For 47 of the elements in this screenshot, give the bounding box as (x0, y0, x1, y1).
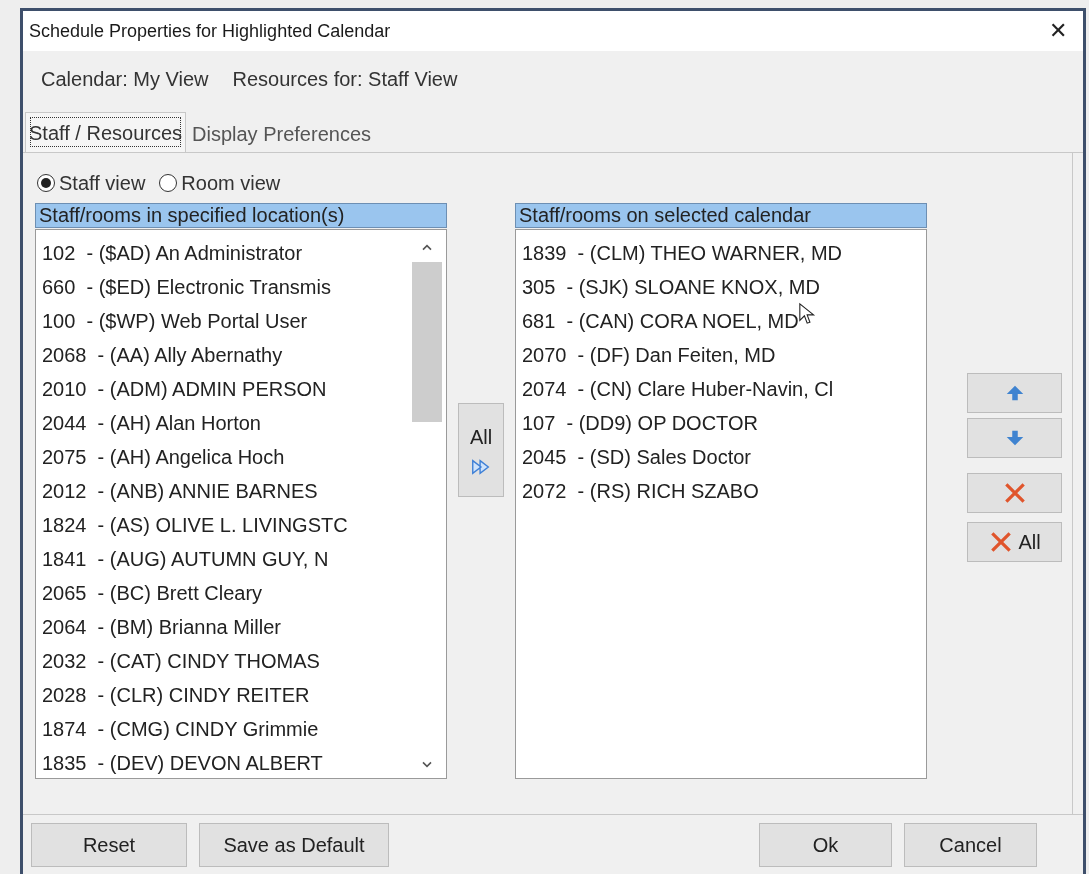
radio-option[interactable]: Room view (159, 168, 281, 198)
reset-button[interactable]: Reset (31, 822, 187, 867)
list-item[interactable]: 2065 - (BC) Brett Cleary (42, 576, 446, 610)
list-item[interactable]: 2070 - (DF) Dan Feiten, MD (522, 338, 926, 372)
move-up-button[interactable] (967, 373, 1062, 413)
save-default-button[interactable]: Save as Default (199, 822, 389, 867)
list-item[interactable]: 2032 - (CAT) CINDY THOMAS (42, 644, 446, 678)
list-item[interactable]: 102 - ($AD) An Administrator (42, 236, 446, 270)
radio-option[interactable]: Staff view (37, 168, 146, 198)
remove-button[interactable] (967, 473, 1062, 513)
scrollbar-thumb[interactable] (412, 262, 442, 422)
list-header: Staff/rooms on selected calendar (515, 203, 927, 228)
list-item[interactable]: 2068 - (AA) Ally Abernathy (42, 338, 446, 372)
list-item[interactable]: 2044 - (AH) Alan Horton (42, 406, 446, 440)
move-down-button[interactable] (967, 418, 1062, 458)
tab[interactable]: Display Preferences (186, 116, 377, 152)
window-title: Schedule Properties for Highlighted Calendar (29, 19, 391, 43)
remove-all-button[interactable]: All (967, 522, 1062, 562)
ok-button[interactable]: Ok (759, 822, 892, 867)
list-item[interactable]: 100 - ($WP) Web Portal User (42, 304, 446, 338)
radio-button[interactable] (159, 174, 178, 192)
list-item[interactable]: 107 - (DD9) OP DOCTOR (522, 406, 926, 440)
double-arrow-icon (470, 456, 492, 478)
list-item[interactable]: 660 - ($ED) Electronic Transmis (42, 270, 446, 304)
list-item[interactable]: 305 - (SJK) SLOANE KNOX, MD (522, 270, 926, 304)
list-item[interactable]: 2072 - (RS) RICH SZABO (522, 474, 926, 508)
close-button[interactable]: ✕ (1049, 20, 1067, 42)
list-item[interactable]: 1839 - (CLM) THEO WARNER, MD (522, 236, 926, 270)
add-all-button[interactable]: All (458, 403, 504, 497)
list-item[interactable]: 2075 - (AH) Angelica Hoch (42, 440, 446, 474)
tab[interactable]: Staff / Resources (25, 112, 187, 152)
list-item[interactable]: 681 - (CAN) CORA NOEL, MD (522, 304, 926, 338)
cancel-button[interactable]: Cancel (904, 822, 1037, 867)
radio-button[interactable] (37, 174, 55, 192)
list-item[interactable]: 2045 - (SD) Sales Doctor (522, 440, 926, 474)
list-item[interactable]: 1835 - (DEV) DEVON ALBERT (42, 746, 446, 778)
info-label: Resources for: Staff View (232, 67, 458, 92)
list-item[interactable]: 2012 - (ANB) ANNIE BARNES (42, 474, 446, 508)
list-item[interactable]: 2028 - (CLR) CINDY REITER (42, 678, 446, 712)
list-item[interactable]: 1824 - (AS) OLIVE L. LIVINGSTC (42, 508, 446, 542)
list-item[interactable]: 2074 - (CN) Clare Huber-Navin, Cl (522, 372, 926, 406)
list-item[interactable]: 2064 - (BM) Brianna Miller (42, 610, 446, 644)
list-header: Staff/rooms in specified location(s) (35, 203, 447, 228)
list-item[interactable]: 1841 - (AUG) AUTUMN GUY, N (42, 542, 446, 576)
list-item[interactable]: 1874 - (CMG) CINDY Grimmie (42, 712, 446, 746)
list-item[interactable]: 2010 - (ADM) ADMIN PERSON (42, 372, 446, 406)
info-label: Calendar: My View (41, 67, 209, 92)
